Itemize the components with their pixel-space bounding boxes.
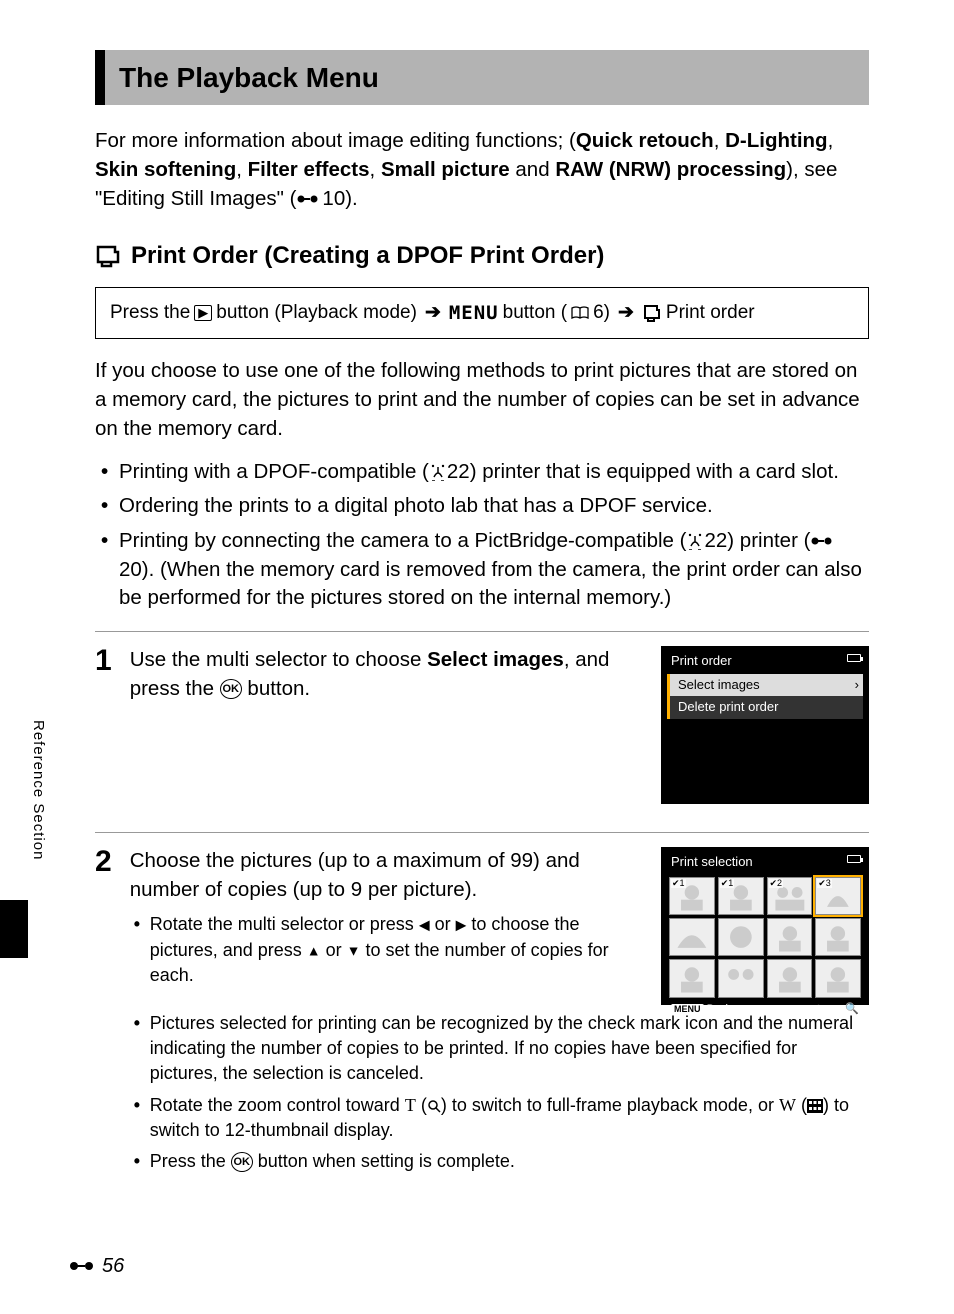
intro-paragraph: For more information about image editing… bbox=[95, 127, 869, 213]
print-order-small-icon bbox=[642, 304, 662, 322]
list-item: Press the OK button when setting is comp… bbox=[130, 1149, 869, 1174]
glossary-icon bbox=[429, 463, 447, 481]
thumbnail-selected: ✔3 bbox=[815, 877, 861, 915]
thumbnail bbox=[718, 959, 764, 997]
playback-button-icon: ▶ bbox=[194, 305, 212, 321]
thumbnail bbox=[767, 959, 813, 997]
camera-screen-print-order: Print order Select images Delete print o… bbox=[661, 646, 869, 804]
thumbnail bbox=[718, 918, 764, 956]
thumbnail bbox=[669, 959, 715, 997]
page-title: The Playback Menu bbox=[119, 62, 379, 93]
glossary-icon bbox=[686, 532, 704, 550]
right-arrow-icon: ▶ bbox=[456, 917, 467, 933]
list-item: Ordering the prints to a digital photo l… bbox=[95, 492, 869, 521]
section-heading: Print Order (Creating a DPOF Print Order… bbox=[95, 239, 869, 273]
step-number: 1 bbox=[95, 646, 112, 804]
left-arrow-icon: ◀ bbox=[419, 917, 430, 933]
list-item: Pictures selected for printing can be re… bbox=[130, 1011, 869, 1087]
navigation-path-box: Press the ▶ button (Playback mode) ➔ MEN… bbox=[95, 287, 869, 340]
list-item: Rotate the zoom control toward T () to s… bbox=[130, 1093, 869, 1143]
thumbnail bbox=[815, 918, 861, 956]
page-title-bar: The Playback Menu bbox=[95, 50, 869, 105]
thumbnail bbox=[669, 918, 715, 956]
explanation-paragraph: If you choose to use one of the followin… bbox=[95, 357, 869, 443]
battery-icon bbox=[847, 855, 861, 863]
step-number: 2 bbox=[95, 847, 112, 1180]
thumbnail bbox=[815, 959, 861, 997]
menu-option-selected: Select images bbox=[667, 674, 863, 696]
ok-button-icon: OK bbox=[231, 1152, 253, 1172]
arrow-icon: ➔ bbox=[425, 300, 441, 327]
down-arrow-icon: ▼ bbox=[347, 942, 361, 958]
thumbnail bbox=[767, 918, 813, 956]
method-list: Printing with a DPOF-compatible (22) pri… bbox=[95, 458, 869, 613]
thumbnail-grid: ✔1 ✔1 ✔2 ✔3 bbox=[665, 875, 865, 999]
camera-screen-print-selection: Print selection ✔1 ✔1 ✔2 ✔3 bbox=[661, 847, 869, 1005]
ok-button-icon: OK bbox=[220, 679, 242, 699]
reference-icon bbox=[810, 534, 836, 548]
battery-icon bbox=[847, 654, 861, 662]
list-item: Rotate the multi selector or press ◀ or … bbox=[130, 912, 643, 988]
arrow-icon: ➔ bbox=[618, 300, 634, 327]
menu-option: Delete print order bbox=[667, 696, 863, 718]
list-item: Printing by connecting the camera to a P… bbox=[95, 527, 869, 613]
step-2-heading: Choose the pictures (up to a maximum of … bbox=[130, 847, 643, 904]
thumbnail: ✔1 bbox=[669, 877, 715, 915]
screen-title: Print order bbox=[665, 652, 865, 674]
thumbnail: ✔2 bbox=[767, 877, 813, 915]
thumbnail: ✔1 bbox=[718, 877, 764, 915]
step-2: 2 Choose the pictures (up to a maximum o… bbox=[95, 847, 869, 1180]
list-item: Printing with a DPOF-compatible (22) pri… bbox=[95, 458, 869, 487]
magnify-icon bbox=[427, 1099, 441, 1113]
screen-title: Print selection bbox=[665, 853, 865, 875]
up-arrow-icon: ▲ bbox=[307, 942, 321, 958]
page-number: 56 bbox=[68, 1252, 124, 1280]
reference-icon bbox=[68, 1258, 98, 1274]
print-order-icon bbox=[95, 244, 121, 268]
reference-icon bbox=[296, 192, 322, 206]
step-1-text: Use the multi selector to choose Select … bbox=[130, 646, 643, 804]
book-icon bbox=[571, 306, 589, 320]
step-1: 1 Use the multi selector to choose Selec… bbox=[95, 646, 869, 804]
menu-button-label: MENU bbox=[449, 300, 499, 327]
thumbnail-grid-icon bbox=[807, 1099, 823, 1113]
